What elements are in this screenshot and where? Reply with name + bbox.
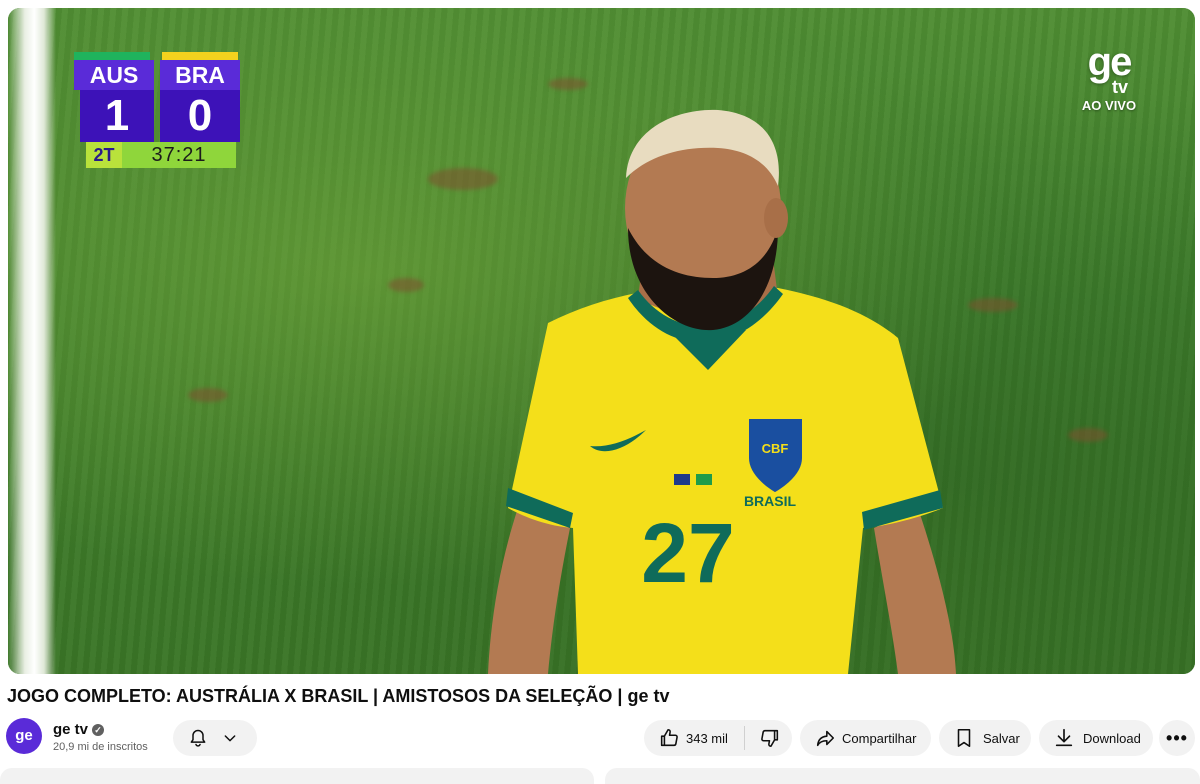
chevron-down-icon [224, 735, 236, 742]
like-dislike-group: 343 mil [644, 720, 792, 756]
scoreboard: AUS BRA 1 0 2T 37:21 [74, 52, 242, 168]
like-divider [743, 726, 745, 750]
pitch-patch [548, 78, 588, 90]
download-button[interactable]: Download [1039, 720, 1153, 756]
match-clock: 37:21 [122, 142, 236, 168]
like-count[interactable]: 343 mil [686, 731, 728, 746]
download-icon [1055, 728, 1073, 747]
pitch-patch [188, 388, 228, 402]
thumbs-up-icon[interactable] [658, 727, 680, 749]
share-button[interactable]: Compartilhar [800, 720, 931, 756]
channel-avatar[interactable]: ge [6, 718, 42, 754]
pitch-patch [388, 278, 424, 292]
related-panel [605, 768, 1200, 784]
live-indicator: AO VIVO [1081, 98, 1137, 113]
away-score: 0 [160, 90, 240, 142]
home-team-label: AUS [74, 60, 154, 90]
share-icon [816, 730, 835, 747]
description-box[interactable] [0, 768, 594, 784]
subscriber-count: 20,9 mi de inscritos [53, 741, 148, 753]
save-button[interactable]: Salvar [939, 720, 1031, 756]
more-icon[interactable]: ••• [1159, 720, 1195, 756]
channel-action-row: ge ge tv ✓ 20,9 mi de inscritos 343 mil C… [0, 716, 1200, 760]
channel-name-block[interactable]: ge tv ✓ [53, 721, 105, 738]
match-period: 2T [86, 142, 122, 168]
notification-bell-button[interactable] [173, 720, 257, 756]
away-team-color [162, 52, 238, 60]
jersey-team-text: BRASIL [744, 493, 797, 509]
home-team-color [74, 52, 150, 60]
crest-text: CBF [762, 441, 789, 456]
share-label: Compartilhar [842, 730, 917, 746]
save-label: Salvar [983, 730, 1020, 746]
jersey-number: 27 [641, 506, 734, 600]
away-team-label: BRA [160, 60, 240, 90]
player-figure: CBF BRASIL 27 [488, 109, 956, 674]
pitch-touchline [8, 8, 56, 674]
download-label: Download [1083, 730, 1141, 746]
thumbs-down-icon[interactable] [759, 727, 781, 749]
verified-icon: ✓ [92, 724, 105, 736]
pitch-patch [1068, 428, 1108, 442]
channel-watermark: ge tv AO VIVO [1079, 40, 1139, 113]
watermark-logo: ge [1087, 40, 1133, 84]
channel-name[interactable]: ge tv [53, 721, 88, 738]
pitch-patch [968, 298, 1018, 312]
video-title: JOGO COMPLETO: AUSTRÁLIA X BRASIL | AMIS… [7, 686, 670, 706]
bookmark-icon [957, 728, 971, 748]
video-player[interactable]: AUS BRA 1 0 2T 37:21 ge tv AO VIVO CBF B… [8, 8, 1195, 674]
bell-icon [190, 729, 206, 747]
home-score: 1 [80, 90, 154, 142]
